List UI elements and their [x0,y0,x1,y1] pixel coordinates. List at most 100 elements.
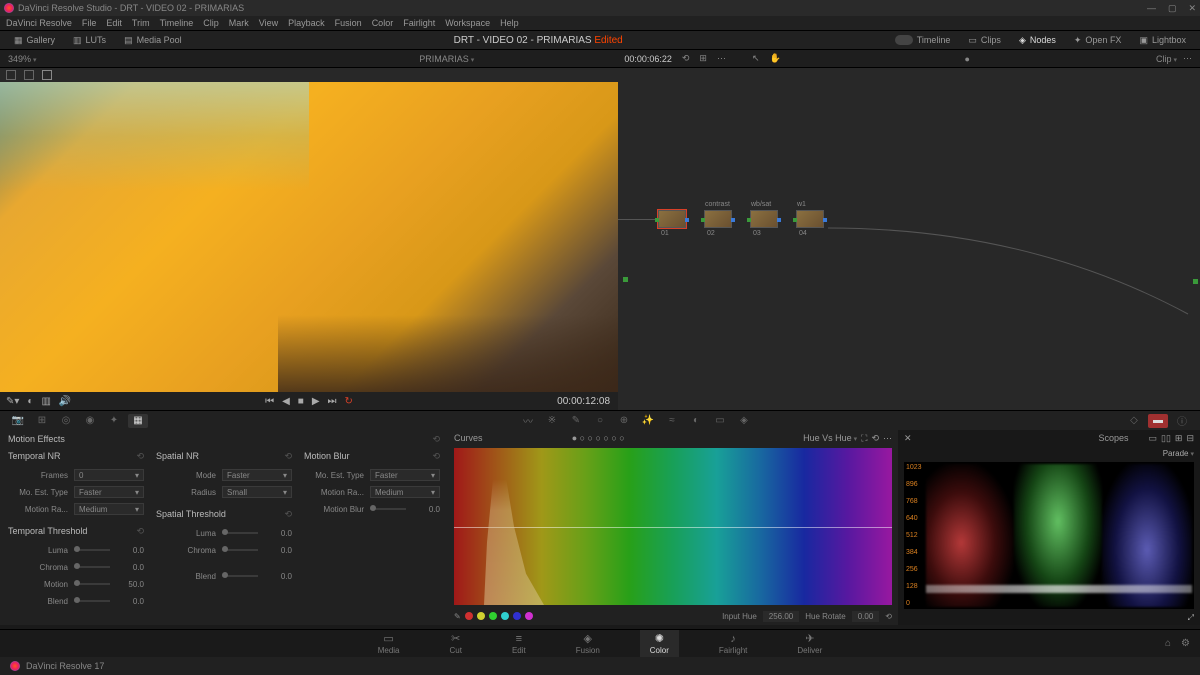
openfx-toggle[interactable]: ✦Open FX [1068,33,1128,48]
split-icon[interactable]: ▥ [41,396,50,407]
menu-item[interactable]: Edit [106,18,122,28]
node-03[interactable]: wb/sat 03 [750,210,778,228]
menu-item[interactable]: Trim [132,18,150,28]
reset-icon[interactable]: ⟲ [136,526,144,537]
frames-select[interactable]: 0▾ [74,469,144,481]
wipe-icon[interactable]: ◐ [27,396,33,407]
tab-wheels[interactable]: ◎ [56,414,76,428]
scope-mode-dropdown[interactable]: Parade [1163,449,1194,458]
arrow-icon[interactable]: ↖ [752,53,760,64]
magenta-dot[interactable] [525,612,533,620]
tab-cut[interactable]: ✂Cut [440,630,472,657]
tab-window[interactable]: ○ [590,414,610,428]
picker-icon[interactable]: ✎ [454,612,461,621]
menu-item[interactable]: Mark [229,18,249,28]
tmotion-slider[interactable] [74,583,110,585]
more-icon[interactable]: ⋯ [717,53,726,64]
reset-icon[interactable]: ⟲ [284,509,292,520]
mediapool-toggle[interactable]: ▤Media Pool [118,33,188,48]
mbest-select[interactable]: Faster▾ [370,469,440,481]
tab-keyframes[interactable]: ◇ [1124,414,1144,428]
scope-expand-icon[interactable]: ⤢ [1188,613,1194,623]
first-frame-button[interactable]: ⏮ [265,396,274,407]
last-frame-button[interactable]: ⏭ [328,396,337,407]
hue-rotate-value[interactable]: 0.00 [852,611,880,622]
input-hue-value[interactable]: 256.00 [763,611,799,622]
tblend-slider[interactable] [74,600,110,602]
tab-info[interactable]: ⓘ [1172,414,1192,428]
moest-select[interactable]: Faster▾ [74,486,144,498]
options-icon[interactable]: ⋯ [1183,53,1192,64]
tab-camera-raw[interactable]: 📷 [8,414,28,428]
sblend-slider[interactable] [222,575,258,577]
loop-button[interactable]: ↻ [345,396,353,407]
mblur-slider[interactable] [370,508,406,510]
menu-item[interactable]: Fusion [335,18,362,28]
green-dot[interactable] [489,612,497,620]
menu-item[interactable]: Workspace [445,18,490,28]
bullet-icon[interactable]: ● [965,54,970,64]
grid-icon[interactable]: ⊞ [699,53,707,64]
graph-output[interactable] [1193,279,1198,284]
reset-icon[interactable]: ⟲ [432,451,440,462]
hand-icon[interactable]: ✋ [770,53,781,64]
graph-input[interactable] [623,277,628,282]
tab-3d[interactable]: ◈ [734,414,754,428]
reset-icon[interactable]: ⟲ [284,451,292,462]
minimize-button[interactable]: — [1147,3,1156,14]
tab-deliver[interactable]: ✈Deliver [787,630,832,657]
reset-icon[interactable]: ⟲ [136,451,144,462]
menu-item[interactable]: View [259,18,278,28]
play-button[interactable]: ▶ [312,396,320,407]
radius-select[interactable]: Small▾ [222,486,292,498]
sluma-slider[interactable] [222,532,258,534]
curves-mode-dropdown[interactable]: Hue Vs Hue [803,433,857,443]
menu-item[interactable]: DaVinci Resolve [6,18,72,28]
tab-qualifier[interactable]: ✎ [566,414,586,428]
tab-hdr[interactable]: ◉ [80,414,100,428]
menu-item[interactable]: Playback [288,18,325,28]
layout-icon[interactable]: ⊟ [1186,433,1194,444]
layout-icon[interactable]: ▯▯ [1161,433,1171,444]
maximize-button[interactable]: ▢ [1168,3,1177,14]
home-icon[interactable]: ⌂ [1165,638,1171,649]
close-button[interactable]: ✕ [1188,3,1196,14]
hue-curve-editor[interactable] [454,448,892,605]
expand-icon[interactable]: ⛶ [861,433,867,444]
menu-item[interactable]: Fairlight [403,18,435,28]
node-02[interactable]: contrast 02 [704,210,732,228]
gallery-slot[interactable] [24,70,34,80]
tab-magic[interactable]: ✨ [638,414,658,428]
tab-motion-effects[interactable]: ▦ [128,414,148,428]
tab-fusion[interactable]: ◈Fusion [566,630,610,657]
settings-icon[interactable]: ⚙ [1181,638,1190,649]
refresh-icon[interactable]: ⟲ [682,53,690,64]
yellow-dot[interactable] [477,612,485,620]
cyan-dot[interactable] [501,612,509,620]
gallery-slot[interactable] [42,70,52,80]
tab-fairlight[interactable]: ♪Fairlight [709,631,757,657]
node-01[interactable]: 01 [658,210,686,228]
tab-color[interactable]: ✺Color [640,630,679,657]
menu-item[interactable]: Help [500,18,519,28]
clip-dropdown[interactable]: Clip [1156,54,1177,64]
tab-blur[interactable]: ≈ [662,414,682,428]
zoom-dropdown[interactable]: 349% [8,54,37,64]
gallery-toggle[interactable]: ▦Gallery [8,33,61,48]
prev-frame-button[interactable]: ◀ [282,396,290,407]
tab-edit[interactable]: ≡Edit [502,631,536,657]
clips-toggle[interactable]: ▭Clips [962,33,1007,48]
nodes-toggle[interactable]: ◈Nodes [1013,33,1062,48]
mbra-select[interactable]: Medium▾ [370,486,440,498]
audio-icon[interactable]: 🔊 [59,396,71,407]
tab-media[interactable]: ▭Media [368,630,410,657]
tab-warper[interactable]: ※ [542,414,562,428]
menu-item[interactable]: Clip [203,18,219,28]
motionra-select[interactable]: Medium▾ [74,503,144,515]
tab-sizing[interactable]: ▭ [710,414,730,428]
layout-icon[interactable]: ⊞ [1175,433,1183,444]
schroma-slider[interactable] [222,549,258,551]
stop-button[interactable]: ■ [298,396,304,407]
tab-scopes-toggle[interactable]: ▬ [1148,414,1168,428]
viewer-image[interactable] [0,82,618,392]
